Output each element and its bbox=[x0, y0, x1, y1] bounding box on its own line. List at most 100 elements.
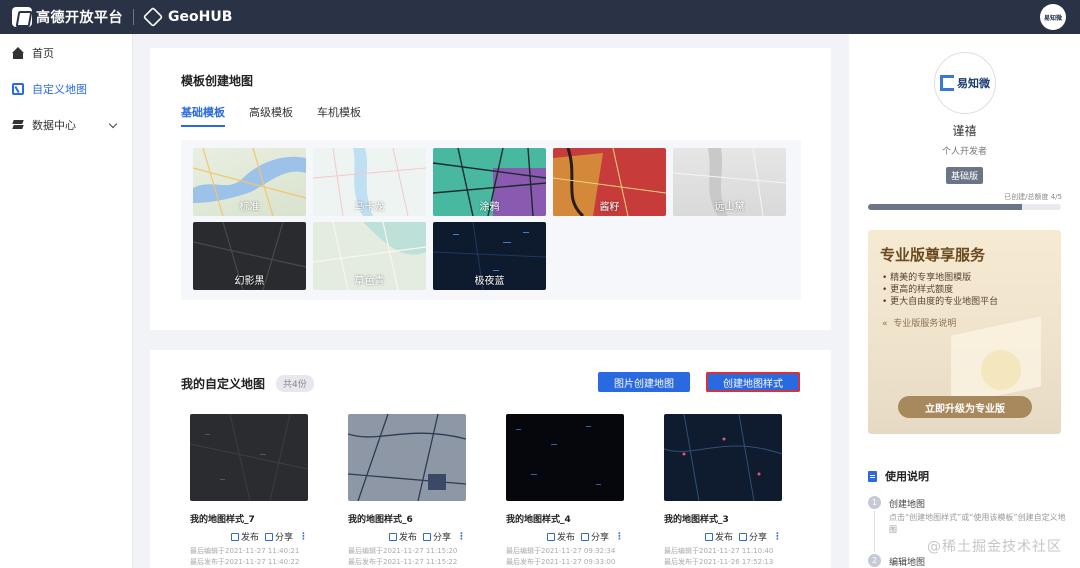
publish-button[interactable]: 发布 bbox=[230, 530, 259, 543]
last-published: 最后发布于2021-11-26 17:52:13 bbox=[664, 558, 774, 566]
map-thumbnail-image bbox=[348, 414, 466, 501]
template-polar-night-blue[interactable]: 极夜蓝 bbox=[433, 222, 546, 290]
more-icon[interactable]: ⋮ bbox=[457, 532, 466, 542]
map-actions: 发布 分享 ⋮ bbox=[541, 530, 624, 543]
map-name: 我的地图样式_7 bbox=[190, 515, 255, 525]
map-thumbnail bbox=[190, 414, 308, 501]
template-section: 模板创建地图 基础模板 高级模板 车机模板 标准 马卡龙 涂鸦 酱籽 远山黛 幻… bbox=[150, 48, 831, 330]
template-grass-green[interactable]: 草色青 bbox=[313, 222, 426, 290]
sidebar-item-home[interactable]: 首页 bbox=[0, 35, 132, 71]
promo-title: 专业版尊享服务 bbox=[880, 246, 986, 264]
publish-label: 发布 bbox=[714, 533, 733, 543]
map-thumbnail bbox=[506, 414, 624, 501]
create-map-style-button[interactable]: 创建地图样式 bbox=[706, 372, 800, 392]
more-icon[interactable]: ⋮ bbox=[299, 532, 308, 542]
last-edited: 最后编辑于2021-11-27 11:40:21 bbox=[190, 547, 300, 555]
last-edited: 最后编辑于2021-11-27 11:15:20 bbox=[348, 547, 458, 555]
upload-icon bbox=[704, 532, 713, 541]
publish-button[interactable]: 发布 bbox=[388, 530, 417, 543]
step-title: 编辑地图 bbox=[889, 558, 926, 568]
double-chevron-left-icon: « bbox=[882, 319, 888, 329]
template-macaron[interactable]: 马卡龙 bbox=[313, 148, 426, 216]
top-bar: 高德开放平台 GeoHUB 易知微 bbox=[0, 0, 1080, 34]
template-yuanshandai[interactable]: 远山黛 bbox=[673, 148, 786, 216]
sidebar-item-label: 数据中心 bbox=[32, 119, 76, 132]
map-name: 我的地图样式_6 bbox=[348, 515, 413, 525]
map-card[interactable]: 我的地图样式_3 发布 分享 ⋮ 最后编辑于2021-11-27 11:10:4… bbox=[656, 410, 790, 568]
step-connector bbox=[874, 510, 875, 552]
brand[interactable]: 高德开放平台 GeoHUB bbox=[12, 6, 232, 28]
sidebar-item-data-center[interactable]: 数据中心 bbox=[0, 107, 132, 143]
map-name: 我的地图样式_4 bbox=[506, 515, 571, 525]
map-count-badge: 共4份 bbox=[276, 375, 314, 392]
profile-name: 谨禧 bbox=[952, 124, 977, 138]
step-number: 1 bbox=[868, 496, 881, 509]
promo-feature: • 更大自由度的专业地图平台 bbox=[882, 297, 999, 307]
brand-name: 高德开放平台 bbox=[36, 10, 123, 26]
amap-logo-icon bbox=[12, 7, 32, 27]
share-button[interactable]: 分享 bbox=[738, 530, 767, 543]
map-actions: 发布 分享 ⋮ bbox=[383, 530, 466, 543]
chevron-down-icon bbox=[108, 119, 118, 129]
user-avatar[interactable]: 易知微 bbox=[1040, 4, 1066, 30]
tab-vehicle[interactable]: 车机模板 bbox=[317, 104, 361, 127]
quota-text: 已创建/总额度 4/5 bbox=[1004, 193, 1062, 201]
promo-feature-list: • 精美的专享地图模版 • 更高的样式额度 • 更大自由度的专业地图平台 bbox=[882, 272, 998, 308]
map-thumbnail-image bbox=[664, 414, 782, 501]
image-create-map-button[interactable]: 图片创建地图 bbox=[598, 372, 690, 392]
promo-decoration-orb bbox=[981, 350, 1021, 390]
map-thumbnail bbox=[664, 414, 782, 501]
map-card[interactable]: 我的地图样式_6 发布 分享 ⋮ 最后编辑于2021-11-27 11:15:2… bbox=[340, 410, 474, 568]
quota-progress-fill bbox=[868, 204, 1023, 210]
map-card[interactable]: 我的地图样式_4 发布 分享 ⋮ 最后编辑于2021-11-27 09:32:3… bbox=[498, 410, 632, 568]
publish-button[interactable]: 发布 bbox=[546, 530, 575, 543]
share-button[interactable]: 分享 bbox=[422, 530, 451, 543]
pro-service-link[interactable]: « 专业版服务说明 bbox=[882, 316, 956, 329]
last-edited: 最后编辑于2021-11-27 11:10:40 bbox=[664, 547, 774, 555]
template-label: 马卡龙 bbox=[354, 202, 385, 213]
share-label: 分享 bbox=[274, 533, 293, 543]
template-jiangzi[interactable]: 酱籽 bbox=[553, 148, 666, 216]
publish-button[interactable]: 发布 bbox=[704, 530, 733, 543]
tab-advanced[interactable]: 高级模板 bbox=[249, 104, 293, 127]
sidebar-item-label: 首页 bbox=[32, 47, 54, 60]
more-icon[interactable]: ⋮ bbox=[615, 532, 624, 542]
share-button[interactable]: 分享 bbox=[580, 530, 609, 543]
profile-avatar: 易知微 bbox=[934, 52, 996, 114]
pro-service-link-label: 专业版服务说明 bbox=[893, 319, 957, 329]
step-title: 创建地图 bbox=[889, 500, 926, 510]
last-published: 最后发布于2021-11-27 11:15:22 bbox=[348, 558, 458, 566]
tab-basic[interactable]: 基础模板 bbox=[181, 104, 225, 127]
publish-label: 发布 bbox=[240, 533, 259, 543]
map-card[interactable]: 我的地图样式_7 发布 分享 ⋮ 最后编辑于2021-11-27 11:40:2… bbox=[182, 410, 316, 568]
template-section-title: 模板创建地图 bbox=[181, 74, 254, 88]
home-icon bbox=[12, 47, 24, 59]
sidebar-item-label: 自定义地图 bbox=[32, 83, 87, 96]
share-icon bbox=[580, 532, 589, 541]
company-logo: 易知微 bbox=[940, 75, 990, 91]
map-thumbnail-image bbox=[190, 414, 308, 501]
template-graffiti[interactable]: 涂鸦 bbox=[433, 148, 546, 216]
template-label: 酱籽 bbox=[599, 202, 620, 213]
step-number: 2 bbox=[868, 554, 881, 567]
share-button[interactable]: 分享 bbox=[264, 530, 293, 543]
template-tabs: 基础模板 高级模板 车机模板 bbox=[181, 104, 385, 127]
template-label: 涂鸦 bbox=[479, 202, 500, 213]
profile-role: 个人开发者 bbox=[941, 147, 987, 157]
upgrade-pro-button[interactable]: 立即升级为专业版 bbox=[898, 396, 1032, 418]
logo-mark-icon bbox=[940, 75, 954, 91]
template-phantom-black[interactable]: 幻影黑 bbox=[193, 222, 306, 290]
more-icon[interactable]: ⋮ bbox=[773, 532, 782, 542]
map-thumbnail bbox=[348, 414, 466, 501]
sidebar-item-custom-map[interactable]: 自定义地图 bbox=[0, 71, 132, 107]
template-label: 标准 bbox=[239, 202, 260, 213]
tier-badge: 基础版 bbox=[946, 167, 984, 184]
upload-icon bbox=[230, 532, 239, 541]
template-standard[interactable]: 标准 bbox=[193, 148, 306, 216]
template-label: 幻影黑 bbox=[234, 276, 265, 287]
promo-feature: • 更高的样式额度 bbox=[882, 285, 954, 295]
map-thumbnail-image bbox=[516, 426, 601, 485]
publish-label: 发布 bbox=[556, 533, 575, 543]
quota-progress-bar bbox=[868, 204, 1061, 210]
template-label: 草色青 bbox=[354, 276, 385, 287]
